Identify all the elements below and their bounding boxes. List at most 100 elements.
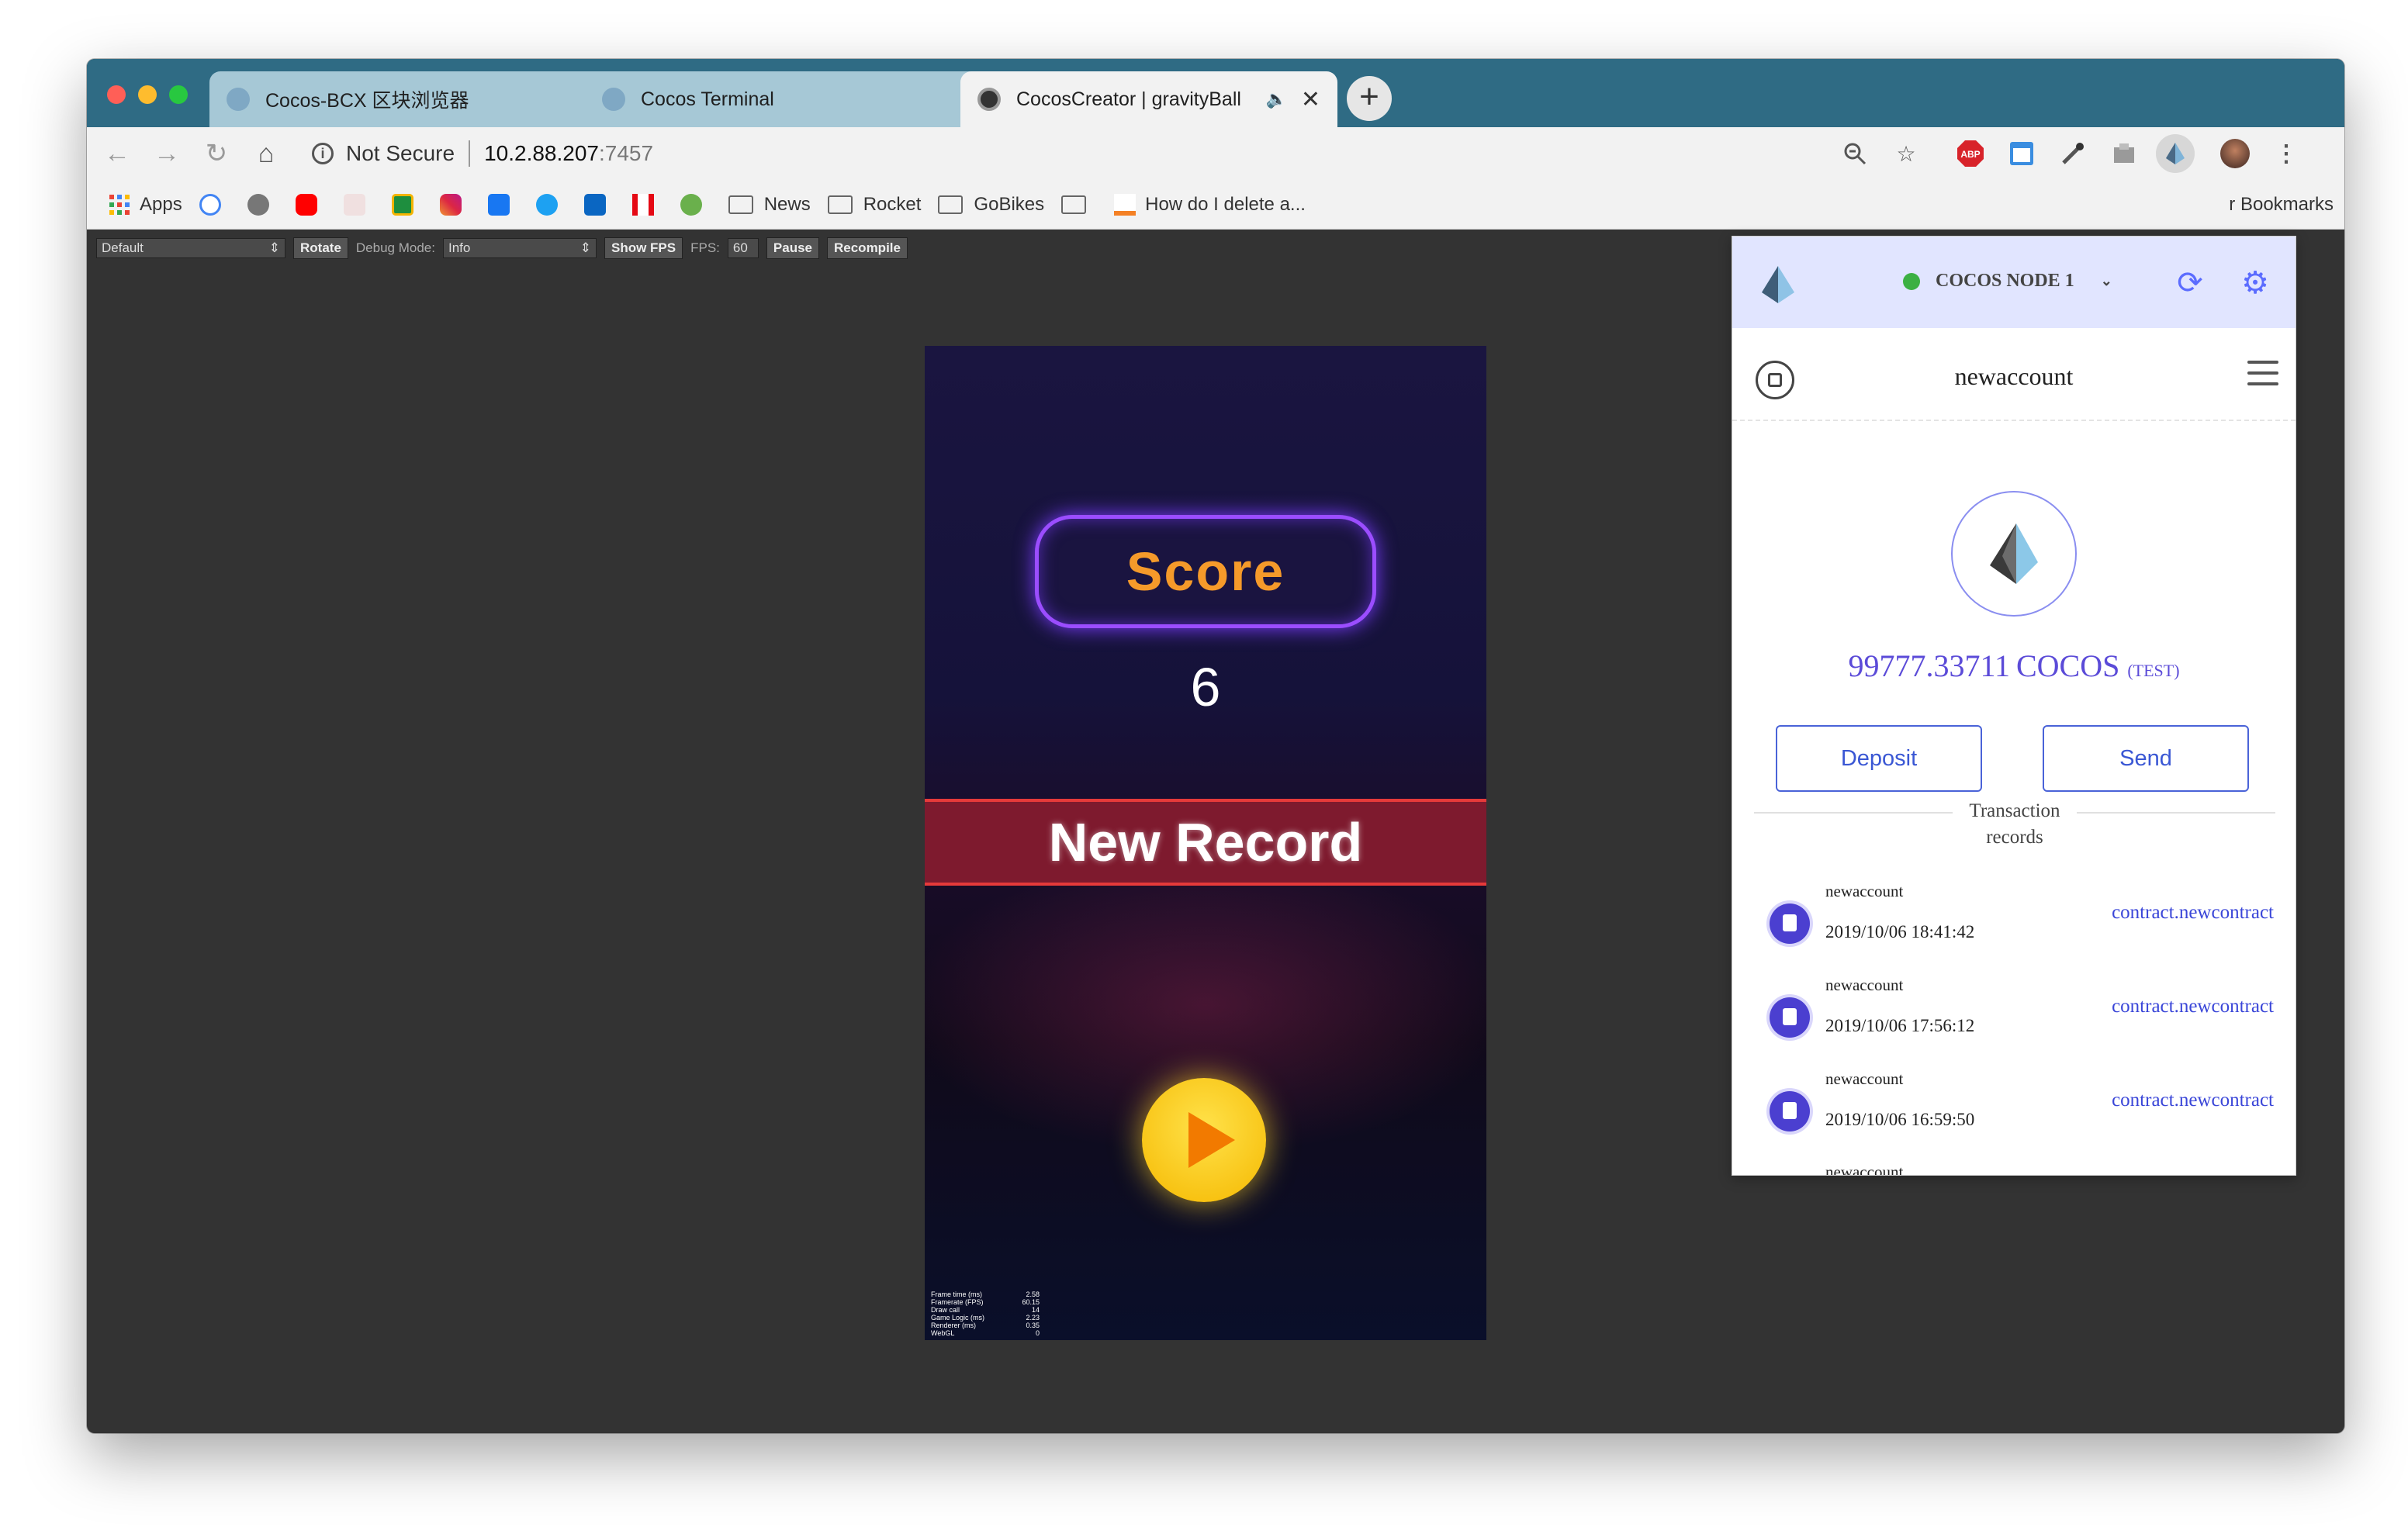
zoom-icon[interactable] xyxy=(1839,138,1870,169)
bookmark-linkedin[interactable] xyxy=(583,193,615,216)
instagram-icon xyxy=(439,193,462,216)
bookmark-play[interactable] xyxy=(680,193,711,216)
profiler-stat-row: Frame time (ms) 2.58 xyxy=(931,1290,1040,1298)
play-button[interactable] xyxy=(1142,1078,1266,1202)
address-bar[interactable]: i Not Secure 10.2.88.207:7457 xyxy=(312,127,653,180)
transaction-row[interactable]: newaccount xyxy=(1732,1159,2296,1175)
toolbar-actions: ☆ ABP ⋮ xyxy=(1829,127,2312,180)
stat-label: WebGL xyxy=(931,1329,955,1337)
back-icon[interactable]: ← xyxy=(98,134,137,173)
transaction-records-title: Transaction records xyxy=(1953,798,2077,851)
more-menu-icon[interactable]: ⋮ xyxy=(2271,138,2302,169)
extension-box-icon[interactable] xyxy=(2109,138,2140,169)
deposit-button[interactable]: Deposit xyxy=(1776,725,1982,792)
fps-input[interactable]: 60 xyxy=(727,238,759,258)
cocos-wallet-popup: COCOS NODE 1 ⌄ ⟳ ⚙ newaccount 99777.3371… xyxy=(1732,236,2296,1176)
eyedropper-icon[interactable] xyxy=(2057,138,2088,169)
transaction-row[interactable]: newaccount 2019/10/06 18:41:42 contract.ne… xyxy=(1732,879,2296,972)
transaction-contract-link[interactable]: contract.newcontract xyxy=(2112,996,2274,1017)
stat-value: 0 xyxy=(1035,1329,1040,1337)
reload-icon[interactable]: ↻ xyxy=(197,134,236,173)
bookmark-star-icon[interactable]: ☆ xyxy=(1891,138,1922,169)
bookmark-youtube[interactable] xyxy=(295,193,327,216)
google-icon xyxy=(199,193,221,216)
bookmark-folder-unnamed[interactable] xyxy=(1061,195,1097,214)
home-icon[interactable]: ⌂ xyxy=(247,134,285,173)
send-button[interactable]: Send xyxy=(2043,725,2249,792)
balance-amount: 99777.33711 xyxy=(1848,648,2010,683)
stat-value: 14 xyxy=(1031,1306,1040,1314)
hamburger-menu-icon[interactable] xyxy=(2247,361,2278,389)
bookmark-apple[interactable] xyxy=(247,193,279,216)
bookmark-label: How do I delete a... xyxy=(1145,193,1306,215)
transaction-contract-link[interactable]: contract.newcontract xyxy=(2112,902,2274,924)
bookmark-facebook[interactable] xyxy=(487,193,519,216)
account-name: newaccount xyxy=(1954,362,2074,390)
adblock-icon[interactable]: ABP xyxy=(1955,138,1986,169)
device-preset-value: Default xyxy=(102,240,144,255)
fps-label: FPS: xyxy=(690,240,720,255)
facebook-icon xyxy=(487,193,510,216)
bookmark-netflix[interactable] xyxy=(631,193,663,216)
bookmark-label: GoBikes xyxy=(974,193,1045,215)
gear-icon[interactable]: ⚙ xyxy=(2238,266,2272,300)
profiler-stats: Frame time (ms) 2.58 Framerate (FPS) 60.15 D… xyxy=(931,1290,1040,1337)
new-tab-button[interactable]: + xyxy=(1347,76,1392,121)
profiler-stat-row: Framerate (FPS) 60.15 xyxy=(931,1298,1040,1306)
transaction-account: newaccount xyxy=(1825,976,1904,994)
backpack-icon xyxy=(343,193,365,216)
twitter-icon xyxy=(535,193,558,216)
select-arrow-icon: ⇕ xyxy=(580,240,591,255)
cocos-wallet-extension-icon[interactable] xyxy=(2156,134,2195,173)
tab-close-icon[interactable]: ✕ xyxy=(1301,86,1320,113)
browser-toolbar: ← → ↻ ⌂ i Not Secure 10.2.88.207:7457 ☆ … xyxy=(87,127,2344,180)
bookmark-stackoverflow[interactable]: How do I delete a... xyxy=(1114,193,1306,216)
profile-avatar[interactable] xyxy=(2219,138,2251,169)
new-record-label: New Record xyxy=(1048,812,1363,872)
classroom-icon xyxy=(391,193,413,216)
info-icon[interactable]: i xyxy=(312,143,334,164)
play-icon xyxy=(680,193,702,216)
device-preset-select[interactable]: Default ⇕ xyxy=(96,238,285,258)
tab-cocoscreator[interactable]: CocosCreator | gravityBall 🔈 ✕ xyxy=(960,71,1337,127)
game-canvas[interactable]: Score 6 New Record Frame time (ms) 2.58 Fr… xyxy=(925,346,1486,1340)
minimize-window-button[interactable] xyxy=(138,85,157,104)
close-window-button[interactable] xyxy=(107,85,126,104)
node-status-dot xyxy=(1903,272,1920,290)
network-tag: (TEST) xyxy=(2127,661,2180,680)
transaction-contract-link[interactable]: contract.newcontract xyxy=(2112,1090,2274,1111)
stat-value: 2.23 xyxy=(1026,1314,1040,1322)
node-name: COCOS NODE 1 xyxy=(1936,271,2074,291)
bookmark-twitter[interactable] xyxy=(535,193,567,216)
document-icon xyxy=(1770,1091,1810,1131)
transaction-row[interactable]: newaccount 2019/10/06 17:56:12 contract.ne… xyxy=(1732,973,2296,1066)
recompile-button[interactable]: Recompile xyxy=(827,237,908,259)
debug-mode-select[interactable]: Info ⇕ xyxy=(442,238,597,258)
bookmark-other[interactable]: r Bookmarks xyxy=(2229,194,2334,216)
bookmark-backpack[interactable] xyxy=(343,193,375,216)
zoom-window-button[interactable] xyxy=(169,85,188,104)
node-selector[interactable]: COCOS NODE 1 ⌄ xyxy=(1903,271,2112,292)
bookmark-instagram[interactable] xyxy=(439,193,471,216)
folder-icon xyxy=(728,195,753,214)
apps-grid-icon xyxy=(109,194,130,215)
bookmark-folder-gobikes[interactable]: GoBikes xyxy=(938,194,1044,216)
tab-title: Cocos Terminal xyxy=(641,88,774,110)
transaction-time: 2019/10/06 16:59:50 xyxy=(1825,1110,1975,1129)
bookmark-google[interactable] xyxy=(199,193,230,216)
bookmark-folder-rocket[interactable]: Rocket xyxy=(827,193,922,216)
transaction-row[interactable]: newaccount 2019/10/06 16:59:50 contract.ne… xyxy=(1732,1066,2296,1159)
show-fps-button[interactable]: Show FPS xyxy=(604,237,683,259)
bookmark-classroom[interactable] xyxy=(391,193,423,216)
window-extension-icon[interactable] xyxy=(2006,138,2037,169)
tab-title: CocosCreator | gravityBall xyxy=(1016,88,1241,110)
audio-playing-icon[interactable]: 🔈 xyxy=(1265,89,1286,109)
balance-display: 99777.33711 COCOS (TEST) xyxy=(1732,648,2296,684)
bookmark-apps[interactable]: Apps xyxy=(109,194,182,216)
rotate-button[interactable]: Rotate xyxy=(293,237,348,259)
forward-icon[interactable]: → xyxy=(147,134,186,173)
bookmark-folder-news[interactable]: News xyxy=(728,194,811,216)
bookmark-label: Rocket xyxy=(863,193,922,215)
pause-button[interactable]: Pause xyxy=(766,237,819,259)
refresh-icon[interactable]: ⟳ xyxy=(2173,266,2207,300)
